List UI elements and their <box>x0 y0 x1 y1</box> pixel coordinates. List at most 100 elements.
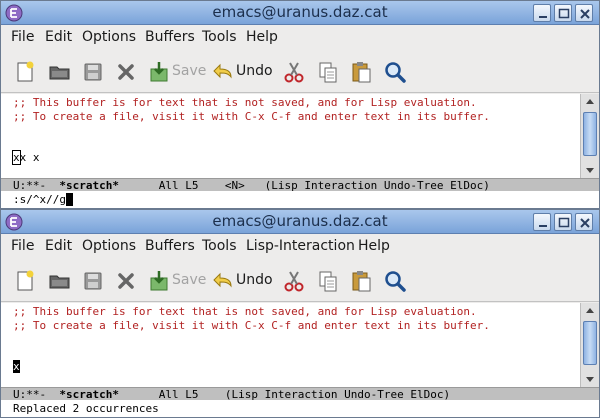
new-file-button[interactable] <box>13 60 37 84</box>
save-download-icon <box>150 62 168 82</box>
minimize-icon <box>539 16 547 18</box>
copy-button[interactable] <box>316 60 340 84</box>
buffer-text-area[interactable]: ;; This buffer is for text that is not s… <box>1 303 580 387</box>
maximize-icon <box>558 8 570 19</box>
text-cursor: x <box>12 150 21 165</box>
menu-tools[interactable]: Tools <box>202 238 237 254</box>
buffer-text-area[interactable]: ;; This buffer is for text that is not s… <box>1 94 580 178</box>
menu-lisp-interaction[interactable]: Lisp-Interaction <box>246 238 355 254</box>
close-x-icon <box>118 64 134 80</box>
scrollbar-thumb[interactable] <box>583 321 597 365</box>
maximize-button[interactable] <box>554 213 572 231</box>
save-as-button[interactable] <box>147 60 171 84</box>
menu-help[interactable]: Help <box>358 238 390 254</box>
comment-line-2: ;; To create a file, visit it with C-x C… <box>13 110 490 123</box>
menu-options[interactable]: Options <box>82 238 136 254</box>
new-file-button[interactable] <box>13 269 37 293</box>
close-window-button[interactable] <box>575 4 593 22</box>
buffer-text-line: x <box>13 360 20 373</box>
search-button[interactable] <box>383 60 407 84</box>
menu-help[interactable]: Help <box>246 29 278 45</box>
menu-tools[interactable]: Tools <box>202 29 237 45</box>
close-icon <box>580 9 590 19</box>
comment-line-2: ;; To create a file, visit it with C-x C… <box>13 319 490 332</box>
new-file-icon <box>17 270 34 291</box>
title-bar[interactable]: emacs@uranus.daz.cat <box>1 1 599 25</box>
menu-buffers[interactable]: Buffers <box>145 238 195 254</box>
comment-line-1: ;; This buffer is for text that is not s… <box>13 305 477 318</box>
menu-edit[interactable]: Edit <box>45 29 72 45</box>
tool-bar: Save Undo <box>1 260 599 302</box>
paste-button[interactable] <box>349 269 373 293</box>
open-button[interactable] <box>48 60 72 84</box>
save-as-button[interactable] <box>147 269 171 293</box>
scroll-up-icon[interactable] <box>581 303 599 317</box>
vertical-scrollbar[interactable] <box>580 303 599 387</box>
paste-icon <box>352 271 371 292</box>
search-button[interactable] <box>383 269 407 293</box>
copy-icon <box>319 62 337 83</box>
menu-options[interactable]: Options <box>82 29 136 45</box>
window-title: emacs@uranus.daz.cat <box>212 3 388 21</box>
open-folder-icon <box>49 275 70 289</box>
undo-button[interactable] <box>211 269 235 293</box>
magnifier-icon <box>385 62 406 83</box>
menu-edit[interactable]: Edit <box>45 238 72 254</box>
maximize-button[interactable] <box>554 4 572 22</box>
scroll-down-icon[interactable] <box>581 373 599 387</box>
emacs-icon <box>5 4 23 22</box>
menu-file[interactable]: File <box>11 238 34 254</box>
emacs-icon <box>5 213 23 231</box>
echo-area-message: Replaced 2 occurrences <box>13 402 159 415</box>
save-disk-icon <box>84 63 102 81</box>
minimize-button[interactable] <box>533 4 551 22</box>
save-label[interactable]: Save <box>172 63 206 79</box>
comment-line-1: ;; This buffer is for text that is not s… <box>13 96 477 109</box>
buffer-text-line: xx x <box>12 150 40 165</box>
maximize-icon <box>558 217 570 228</box>
emacs-frame-bottom: emacs@uranus.daz.cat File Edit Options B… <box>0 209 600 418</box>
paste-button[interactable] <box>349 60 373 84</box>
close-icon <box>580 218 590 228</box>
menu-file[interactable]: File <box>11 29 34 45</box>
menu-buffers[interactable]: Buffers <box>145 29 195 45</box>
save-disk-button[interactable] <box>81 60 105 84</box>
scrollbar-thumb[interactable] <box>583 112 597 156</box>
kill-buffer-button[interactable] <box>114 269 138 293</box>
close-window-button[interactable] <box>575 213 593 231</box>
mode-line: U:**- *scratch* All L5 <N> (Lisp Interac… <box>1 178 599 192</box>
save-disk-button[interactable] <box>81 269 105 293</box>
echo-area: Replaced 2 occurrences <box>1 400 599 417</box>
window-title: emacs@uranus.daz.cat <box>212 212 388 230</box>
scroll-up-icon[interactable] <box>581 94 599 108</box>
minimize-button[interactable] <box>533 213 551 231</box>
undo-arrow-icon <box>213 63 232 79</box>
undo-button[interactable] <box>211 60 235 84</box>
menu-bar: File Edit Options Buffers Tools Lisp-Int… <box>1 235 599 259</box>
cut-button[interactable] <box>282 60 306 84</box>
copy-button[interactable] <box>316 269 340 293</box>
magnifier-icon <box>385 271 406 292</box>
minibuffer[interactable]: :s/^x//g <box>1 191 599 208</box>
minibuffer-text: :s/^x//g <box>13 193 66 206</box>
mode-line: U:**- *scratch* All L5 (Lisp Interaction… <box>1 387 599 401</box>
close-x-icon <box>118 273 134 289</box>
text-cursor: x <box>13 360 20 373</box>
menu-bar: File Edit Options Buffers Tools Help <box>1 26 599 50</box>
minibuffer-cursor <box>65 193 73 206</box>
emacs-frame-top: emacs@uranus.daz.cat File Edit Options B… <box>0 0 600 209</box>
cut-button[interactable] <box>282 269 306 293</box>
undo-arrow-icon <box>213 272 232 288</box>
vertical-scrollbar[interactable] <box>580 94 599 178</box>
scissors-icon <box>284 271 304 292</box>
kill-buffer-button[interactable] <box>114 60 138 84</box>
save-label[interactable]: Save <box>172 272 206 288</box>
scroll-down-icon[interactable] <box>581 164 599 178</box>
buffer-text: x x <box>19 151 40 164</box>
open-button[interactable] <box>48 269 72 293</box>
title-bar[interactable]: emacs@uranus.daz.cat <box>1 210 599 234</box>
undo-label[interactable]: Undo <box>236 272 273 288</box>
copy-icon <box>319 271 337 292</box>
undo-label[interactable]: Undo <box>236 63 273 79</box>
save-download-icon <box>150 271 168 291</box>
